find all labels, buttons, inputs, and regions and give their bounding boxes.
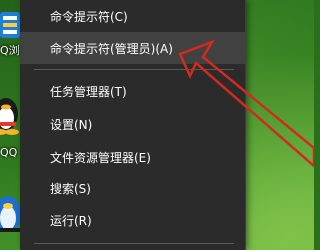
menu-item-label: 搜索(S)	[50, 181, 91, 196]
qq-shortcut-icon[interactable]	[0, 192, 22, 242]
browser-shortcut-icon[interactable]	[0, 10, 22, 42]
menu-item-label: 任务管理器(T)	[50, 84, 127, 99]
menu-item-task-manager[interactable]: 任务管理器(T)	[20, 75, 246, 107]
menu-separator	[34, 69, 234, 70]
menu-item-file-explorer[interactable]: 文件资源管理器(E)	[20, 141, 246, 173]
menu-item-settings[interactable]: 设置(N)	[20, 108, 246, 140]
desktop-icon-strip: Q浏 QQ	[0, 0, 22, 250]
menu-item-search[interactable]: 搜索(S)	[20, 172, 246, 204]
qq-penguin-icon[interactable]	[0, 92, 22, 140]
menu-item-run[interactable]: 运行(R)	[20, 204, 246, 236]
desktop-icon-label: Q浏	[0, 44, 20, 57]
menu-item-label: 运行(R)	[50, 213, 92, 228]
menu-item-command-prompt[interactable]: 命令提示符(C)	[20, 0, 246, 32]
menu-item-label: 命令提示符(管理员)(A)	[50, 41, 173, 56]
menu-item-command-prompt-admin[interactable]: 命令提示符(管理员)(A)	[20, 32, 246, 64]
menu-item-label: 设置(N)	[50, 117, 93, 132]
desktop-icon-label: QQ	[0, 146, 18, 159]
menu-separator	[34, 243, 234, 244]
menu-item-label: 文件资源管理器(E)	[50, 150, 151, 165]
menu-item-label: 命令提示符(C)	[50, 9, 128, 24]
winx-context-menu: 命令提示符(C) 命令提示符(管理员)(A) 任务管理器(T) 设置(N) 文件…	[20, 0, 246, 250]
